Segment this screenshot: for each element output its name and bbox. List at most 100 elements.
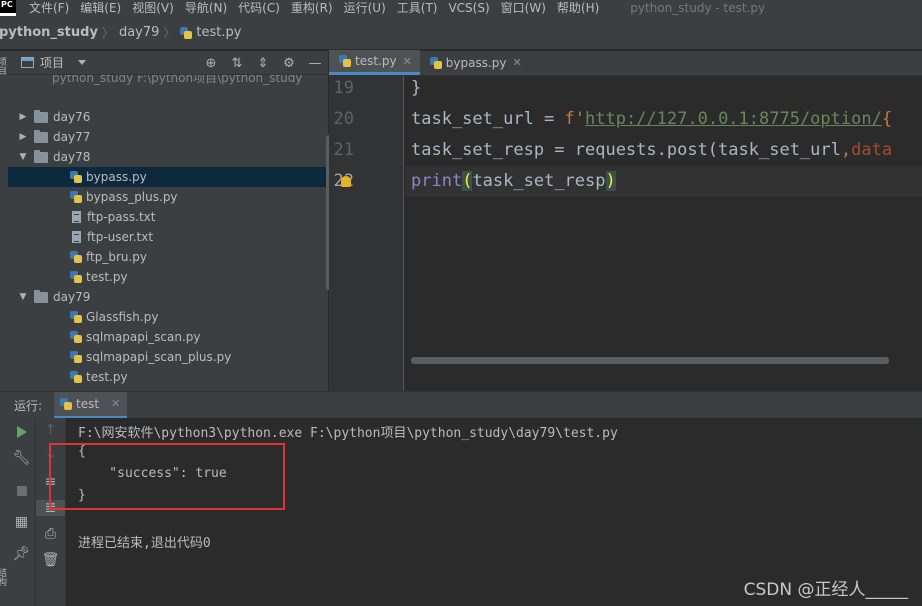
folder-icon bbox=[34, 129, 48, 143]
editor-tab[interactable]: bypass.py ✕ bbox=[420, 50, 530, 75]
chevron-down-icon[interactable]: ▼ bbox=[16, 292, 30, 302]
tree-item-label: bypass.py bbox=[86, 170, 147, 184]
chevron-right-icon[interactable]: ▶ bbox=[16, 132, 30, 142]
python-file-icon bbox=[70, 171, 82, 183]
code-token: task_set_url = bbox=[411, 109, 565, 129]
menu-item[interactable]: 运行(U) bbox=[344, 0, 386, 16]
code-token: { bbox=[881, 109, 893, 129]
tree-item[interactable]: test.py bbox=[8, 267, 328, 287]
menu-item[interactable]: 帮助(H) bbox=[557, 0, 599, 16]
menu-item[interactable]: VCS(S) bbox=[448, 0, 489, 16]
pin-icon[interactable]: 📌︎ bbox=[8, 546, 35, 562]
menu-item[interactable]: 窗口(W) bbox=[501, 0, 546, 16]
folder-icon bbox=[34, 109, 48, 123]
menu-item[interactable]: 代码(C) bbox=[238, 0, 280, 16]
tree-item[interactable]: sqlmapapi_scan.py bbox=[8, 327, 328, 347]
code-url[interactable]: http://127.0.0.1:8775/option/ bbox=[585, 109, 882, 129]
tree-item[interactable]: test.py bbox=[8, 367, 328, 387]
editor: test.py ✕ bypass.py ✕ 19 20 21 22 } task_se… bbox=[329, 50, 922, 391]
collapse-all-icon[interactable]: ⇕ bbox=[250, 56, 276, 71]
tree-item-label: ftp-user.txt bbox=[87, 230, 154, 244]
menu-item[interactable]: 编辑(E) bbox=[80, 0, 121, 16]
chevron-down-icon[interactable]: ▼ bbox=[16, 152, 30, 162]
run-tab[interactable]: test ✕ bbox=[54, 391, 128, 419]
project-title[interactable]: 项目 bbox=[40, 54, 64, 71]
watermark: CSDN @正经人_____ bbox=[743, 580, 908, 600]
trash-icon[interactable]: 🗑︎ bbox=[36, 552, 65, 568]
pycharm-logo-icon: PC bbox=[0, 0, 16, 16]
python-run-icon bbox=[60, 397, 73, 410]
folder-icon bbox=[34, 149, 48, 163]
code-token: ) bbox=[605, 171, 616, 191]
gear-icon[interactable]: ⚙ bbox=[276, 56, 302, 71]
tree-item-label: ftp_bru.py bbox=[86, 250, 148, 264]
tree-item[interactable]: ▶ day77 bbox=[8, 127, 328, 147]
run-toolbar-primary: 🔧︎ ▦ 📌︎ bbox=[8, 418, 36, 606]
tree-item[interactable]: bypass_plus.py bbox=[8, 187, 328, 207]
tree-item[interactable]: sqlmapapi_scan_plus.py bbox=[8, 347, 328, 367]
code-token: data bbox=[851, 140, 893, 160]
code-token: task_set_resp bbox=[472, 171, 606, 191]
hide-panel-icon[interactable]: — bbox=[302, 56, 328, 71]
menu-item[interactable]: 视图(V) bbox=[132, 0, 174, 16]
python-file-icon bbox=[70, 251, 82, 263]
tree-item-label: sqlmapapi_scan_plus.py bbox=[86, 350, 232, 364]
tree-root-item[interactable]: python_study F:\python项目\python_study bbox=[52, 75, 302, 86]
editor-tabs: test.py ✕ bypass.py ✕ bbox=[329, 50, 922, 76]
tree-item[interactable]: ftp-pass.txt bbox=[8, 207, 328, 227]
rerun-icon[interactable] bbox=[17, 426, 27, 438]
run-tab-label: test bbox=[76, 396, 100, 411]
console-line: { bbox=[78, 444, 86, 459]
locate-file-icon[interactable]: ⊕ bbox=[198, 56, 224, 71]
close-icon[interactable]: ✕ bbox=[111, 397, 120, 410]
project-header: 项目 ⊕ ⇅ ⇕ ⚙ — bbox=[8, 51, 328, 75]
code-token: } bbox=[411, 78, 422, 98]
tree-item[interactable]: ftp-user.txt bbox=[8, 227, 328, 247]
stop-icon[interactable] bbox=[17, 486, 27, 496]
tree-item[interactable]: ▼ day78 bbox=[8, 147, 328, 167]
project-tool-window-button[interactable]: 项目 bbox=[0, 57, 8, 75]
structure-tool-window-button[interactable]: 结构 bbox=[0, 568, 8, 586]
editor-horizontal-scrollbar[interactable] bbox=[411, 357, 889, 364]
menu-item[interactable]: 工具(T) bbox=[397, 0, 438, 16]
console-output[interactable]: CSDN @正经人_____ F:\网安软件\python3\python.ex… bbox=[49, 418, 922, 606]
menu-item[interactable]: 文件(F) bbox=[29, 0, 69, 16]
line-number: 19 bbox=[333, 78, 354, 98]
editor-tab-label: bypass.py bbox=[445, 55, 507, 70]
arrow-up-icon[interactable]: ↑ bbox=[36, 422, 65, 438]
console-line: 进程已结束,退出代码0 bbox=[78, 536, 211, 551]
text-file-icon bbox=[72, 231, 81, 243]
print-icon[interactable]: ⎙ bbox=[36, 526, 65, 542]
expand-all-icon[interactable]: ⇅ bbox=[224, 56, 250, 71]
lightbulb-icon[interactable] bbox=[341, 176, 351, 187]
breadcrumb-project[interactable]: python_study bbox=[0, 25, 98, 40]
layout-icon[interactable]: ▦ bbox=[8, 514, 35, 530]
chevron-down-icon[interactable] bbox=[78, 60, 87, 65]
editor-tab[interactable]: test.py ✕ bbox=[329, 50, 420, 75]
chevron-right-icon[interactable]: ▶ bbox=[16, 112, 30, 122]
tree-item[interactable]: ftp_bru.py bbox=[8, 247, 328, 267]
code-token: f' bbox=[564, 109, 586, 129]
breadcrumb-folder[interactable]: day79 bbox=[119, 25, 159, 40]
tree-item-label: sqlmapapi_scan.py bbox=[86, 330, 201, 344]
menu-item[interactable]: 重构(R) bbox=[291, 0, 333, 16]
tree-item[interactable]: ▶ day76 bbox=[8, 107, 328, 127]
window-title: python_study - test.py bbox=[630, 1, 766, 15]
close-icon[interactable]: ✕ bbox=[513, 56, 522, 69]
python-file-icon bbox=[429, 56, 442, 69]
tree-item[interactable]: ▼ day79 bbox=[8, 287, 328, 307]
tree-item-label: test.py bbox=[86, 370, 128, 384]
folder-icon bbox=[34, 289, 48, 303]
tree-item[interactable]: bypass.py bbox=[8, 167, 328, 187]
wrench-icon[interactable]: 🔧︎ bbox=[8, 450, 35, 466]
run-label: 运行: bbox=[14, 398, 43, 413]
editor-gutter: 19 20 21 22 bbox=[329, 76, 404, 391]
python-file-icon bbox=[70, 371, 82, 383]
breadcrumb-file[interactable]: test.py bbox=[180, 25, 241, 40]
tree-item-label: test.py bbox=[86, 270, 128, 284]
code-area[interactable]: } task_set_url = f'http://127.0.0.1:8775… bbox=[405, 76, 922, 391]
project-panel: 项目 ⊕ ⇅ ⇕ ⚙ — python_study F:\python项目\py… bbox=[8, 51, 333, 391]
menu-item[interactable]: 导航(N) bbox=[185, 0, 227, 16]
tree-item[interactable]: Glassfish.py bbox=[8, 307, 328, 327]
close-icon[interactable]: ✕ bbox=[403, 55, 412, 68]
